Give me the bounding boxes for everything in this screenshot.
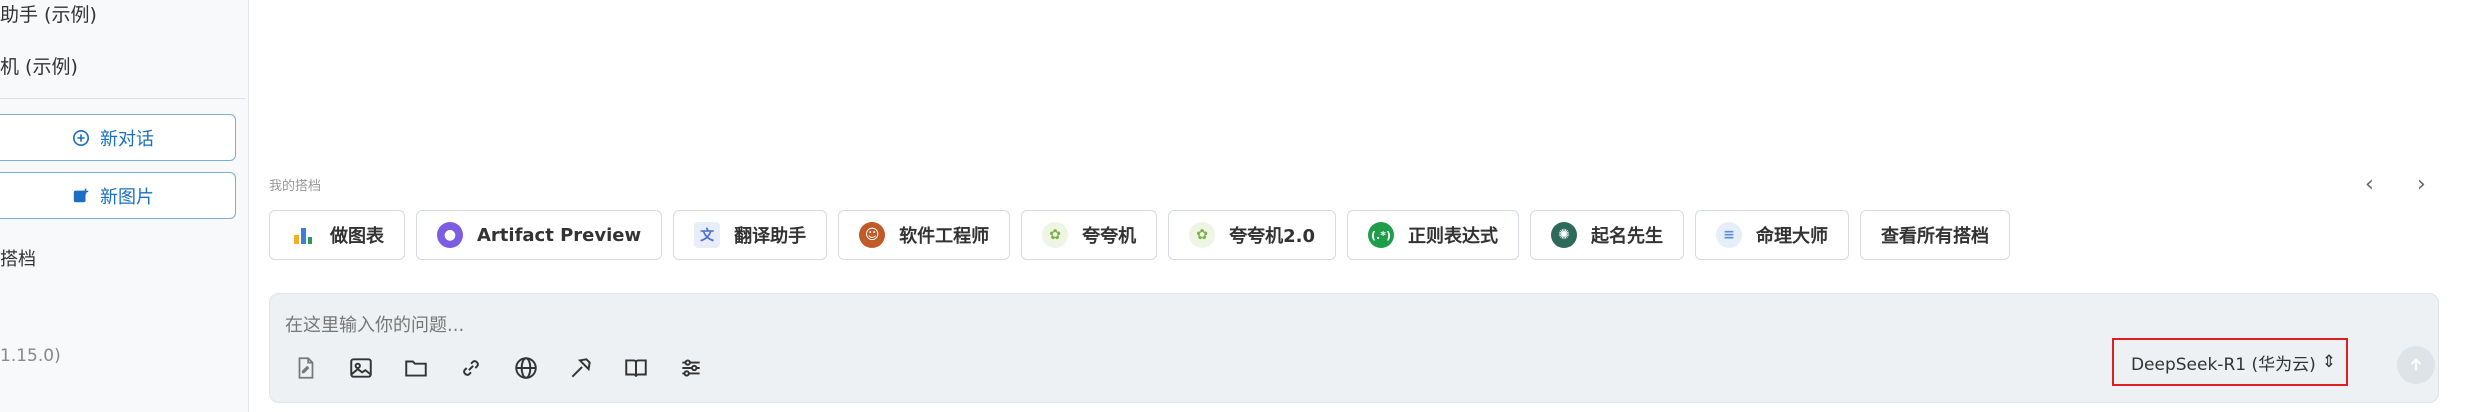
translate-icon: 文 bbox=[694, 222, 721, 248]
new-image-label: 新图片 bbox=[100, 186, 154, 208]
naming-icon: ✺ bbox=[1551, 222, 1578, 248]
chip-praise-2[interactable]: ✿ 夸夸机2.0 bbox=[1168, 210, 1337, 260]
chip-label: 做图表 bbox=[330, 226, 384, 247]
book-icon[interactable] bbox=[620, 352, 651, 383]
next-arrow-button[interactable]: › bbox=[2417, 172, 2426, 197]
model-name: DeepSeek-R1 (华为云) bbox=[2130, 354, 2316, 375]
chip-label: 查看所有搭档 bbox=[1881, 226, 1990, 247]
view-all-agents-button[interactable]: 查看所有搭档 bbox=[1860, 210, 2011, 260]
praise-icon: ✿ bbox=[1042, 222, 1069, 248]
praise2-icon: ✿ bbox=[1189, 222, 1216, 248]
regex-icon: (.*) bbox=[1368, 222, 1395, 248]
model-selector[interactable]: DeepSeek-R1 (华为云) ⇕ bbox=[2112, 338, 2348, 386]
chip-fortune[interactable]: ≡ 命理大师 bbox=[1695, 210, 1850, 260]
chip-label: 起名先生 bbox=[1591, 226, 1664, 247]
chip-praise[interactable]: ✿ 夸夸机 bbox=[1021, 210, 1158, 260]
hammer-icon[interactable] bbox=[565, 352, 596, 383]
artifact-icon: ● bbox=[437, 222, 463, 248]
new-chat-label: 新对话 bbox=[100, 128, 154, 150]
chip-translate[interactable]: 文 翻译助手 bbox=[673, 210, 828, 260]
sidebar: 助手 (示例) 机 (示例) 新对话 新图片 搭档 1.15.0) bbox=[0, 0, 249, 412]
globe-icon[interactable] bbox=[510, 352, 541, 383]
plus-circle-icon bbox=[72, 129, 90, 146]
chip-label: 正则表达式 bbox=[1408, 226, 1499, 247]
chip-software-engineer[interactable]: ☺ 软件工程师 bbox=[838, 210, 1011, 260]
chevron-updown-icon: ⇕ bbox=[2321, 352, 2336, 372]
chip-naming[interactable]: ✺ 起名先生 bbox=[1530, 210, 1685, 260]
new-chat-button[interactable]: 新对话 bbox=[0, 114, 236, 161]
sidebar-item-machine[interactable]: 机 (示例) bbox=[0, 52, 78, 79]
settings-sliders-icon[interactable] bbox=[675, 352, 706, 383]
new-image-button[interactable]: 新图片 bbox=[0, 172, 236, 219]
chip-chart[interactable]: 做图表 bbox=[269, 210, 405, 260]
version-text: 1.15.0) bbox=[0, 346, 61, 366]
agent-chip-list: 做图表 ● Artifact Preview 文 翻译助手 ☺ 软件工程师 ✿ … bbox=[269, 210, 2011, 260]
chip-label: 夸夸机2.0 bbox=[1229, 226, 1316, 247]
chip-label: Artifact Preview bbox=[477, 224, 642, 246]
link-icon[interactable] bbox=[455, 352, 486, 383]
sidebar-item-assistant[interactable]: 助手 (示例) bbox=[0, 0, 97, 27]
sidebar-divider bbox=[0, 98, 246, 99]
chat-input-placeholder[interactable]: 在这里输入你的问题... bbox=[285, 311, 464, 337]
sidebar-section-label: 搭档 bbox=[0, 249, 36, 270]
chip-label: 软件工程师 bbox=[899, 226, 990, 247]
folder-icon[interactable] bbox=[400, 352, 431, 383]
chip-label: 命理大师 bbox=[1756, 226, 1829, 247]
prev-arrow-button[interactable]: ‹ bbox=[2365, 172, 2374, 197]
image-icon[interactable] bbox=[345, 352, 376, 383]
main-area: 我的搭档 ‹ › 做图表 ● Artifact Preview 文 翻译助手 ☺… bbox=[249, 0, 2471, 412]
chart-icon bbox=[290, 222, 316, 248]
document-icon[interactable] bbox=[290, 352, 321, 383]
send-button[interactable] bbox=[2397, 346, 2435, 384]
section-title: 我的搭档 bbox=[269, 179, 322, 194]
image-plus-icon bbox=[73, 188, 89, 202]
input-toolbar bbox=[290, 352, 706, 383]
chip-label: 夸夸机 bbox=[1082, 226, 1137, 247]
chip-label: 翻译助手 bbox=[734, 226, 807, 247]
chip-regex[interactable]: (.*) 正则表达式 bbox=[1347, 210, 1520, 260]
arrow-up-icon bbox=[2410, 358, 2422, 371]
chip-artifact-preview[interactable]: ● Artifact Preview bbox=[416, 210, 663, 260]
engineer-icon: ☺ bbox=[859, 222, 886, 248]
fortune-icon: ≡ bbox=[1716, 222, 1743, 248]
chat-input-box[interactable]: 在这里输入你的问题... DeepSeek-R1 (华为云) ⇕ bbox=[269, 293, 2439, 403]
